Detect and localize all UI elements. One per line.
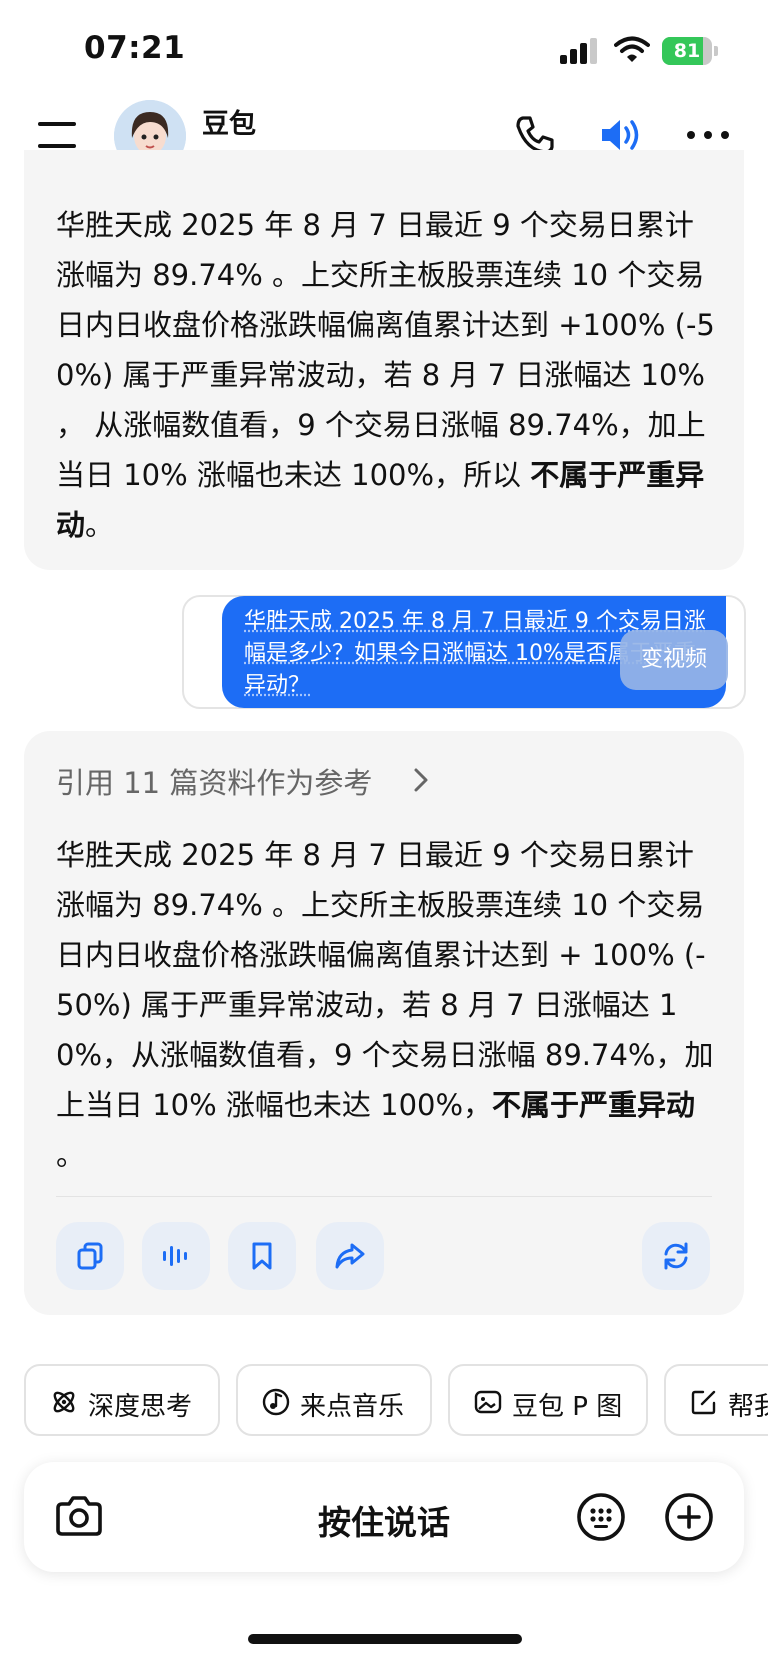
chip-image-edit[interactable]: 豆包 P 图 xyxy=(448,1364,648,1436)
references-link[interactable]: 引用 11 篇资料作为参考 xyxy=(56,760,372,802)
regenerate-button[interactable] xyxy=(642,1222,710,1290)
regenerate-icon xyxy=(664,1242,688,1270)
bot-message-text: 华胜天成 2025 年 8 月 7 日最近 9 个交易日累计涨幅为 89.74%… xyxy=(56,208,715,542)
keyboard-icon[interactable] xyxy=(576,1492,626,1542)
chip-help-write[interactable]: 帮我 xyxy=(664,1364,768,1436)
copy-button[interactable] xyxy=(56,1222,124,1290)
home-indicator xyxy=(248,1634,522,1644)
bot-name: 豆包 xyxy=(202,109,256,140)
to-video-button[interactable]: 变视频 xyxy=(620,630,728,690)
atom-icon xyxy=(53,1391,75,1413)
music-icon xyxy=(262,1388,290,1416)
camera-icon[interactable] xyxy=(54,1494,104,1538)
share-icon xyxy=(335,1243,365,1269)
chip-label: 深度思考 xyxy=(88,1392,193,1422)
chip-label: 帮我 xyxy=(728,1392,768,1422)
chip-music[interactable]: 来点音乐 xyxy=(236,1364,432,1436)
bookmark-button[interactable] xyxy=(228,1222,296,1290)
plus-icon[interactable] xyxy=(664,1492,714,1542)
chip-label: 豆包 P 图 xyxy=(512,1392,623,1422)
chevron-right-icon[interactable] xyxy=(410,765,432,795)
chip-label: 来点音乐 xyxy=(300,1392,405,1422)
bot-message-text: 华胜天成 2025 年 8 月 7 日最近 9 个交易日累计涨幅为 89.74%… xyxy=(56,838,714,1172)
bookmark-icon xyxy=(252,1242,272,1270)
edit-icon xyxy=(691,1390,716,1415)
voice-icon xyxy=(163,1246,187,1266)
share-button[interactable] xyxy=(316,1222,384,1290)
cellular-signal-icon xyxy=(560,38,597,64)
menu-icon[interactable] xyxy=(38,118,80,152)
copy-icon xyxy=(77,1242,103,1270)
battery-indicator: 81 xyxy=(662,37,718,65)
hold-to-talk-button[interactable]: 按住说话 xyxy=(260,1496,508,1544)
wifi-icon xyxy=(614,36,650,62)
chip-deep-thinking[interactable]: 深度思考 xyxy=(24,1364,220,1436)
image-edit-icon xyxy=(474,1390,502,1414)
more-icon[interactable] xyxy=(686,126,730,144)
bold-conclusion: 不属于严重异动 xyxy=(492,1088,696,1122)
divider xyxy=(56,1196,712,1197)
status-time: 07:21 xyxy=(84,30,186,66)
battery-level: 81 xyxy=(673,40,701,62)
read-aloud-button[interactable] xyxy=(142,1222,210,1290)
